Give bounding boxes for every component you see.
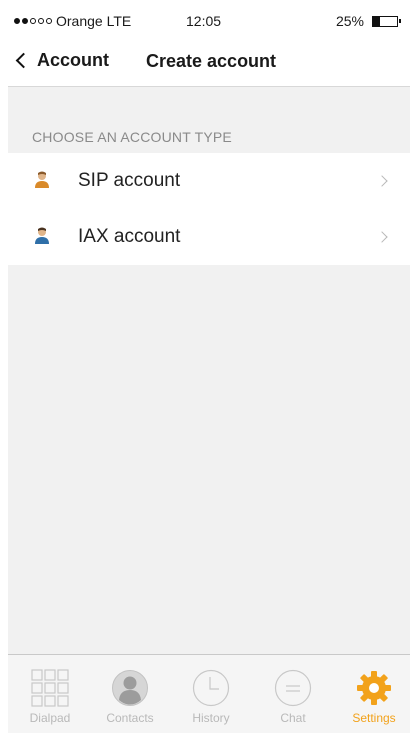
clock: 12:05 [186, 13, 222, 29]
tab-dialpad[interactable]: Dialpad [20, 669, 80, 725]
navigation-bar: Account Create account [0, 40, 410, 86]
iax-account-row[interactable]: IAX account [8, 209, 410, 265]
carrier-label: Orange LTE [56, 13, 132, 29]
tab-label: Chat [280, 711, 306, 725]
content-area: CHOOSE AN ACCOUNT TYPE SIP account IAX a… [8, 86, 410, 654]
status-bar: Orange LTE 12:05 25% [0, 0, 410, 40]
list-item-label: IAX account [78, 226, 181, 247]
chevron-right-icon [376, 231, 388, 243]
tab-bar: Dialpad Contacts History Chat Settings [8, 654, 410, 733]
chat-icon [274, 669, 312, 707]
list-item-label: SIP account [78, 170, 181, 191]
tab-history[interactable]: History [181, 669, 241, 725]
page-title: Create account [146, 51, 277, 71]
battery-percentage: 25% [335, 13, 364, 29]
user-avatar-icon [35, 227, 49, 244]
tab-settings[interactable]: Settings [344, 669, 404, 725]
tab-chat[interactable]: Chat [263, 669, 323, 725]
battery-icon [372, 15, 401, 27]
user-avatar-icon [35, 171, 49, 188]
chevron-right-icon [376, 175, 388, 187]
tab-contacts[interactable]: Contacts [100, 669, 160, 725]
account-type-list: SIP account IAX account [8, 153, 410, 265]
gear-icon [355, 669, 393, 707]
clock-icon [192, 669, 230, 707]
back-button[interactable]: Account [14, 50, 109, 71]
section-header: CHOOSE AN ACCOUNT TYPE [32, 129, 232, 145]
signal-strength-icon [14, 18, 52, 24]
sip-account-row[interactable]: SIP account [8, 153, 410, 209]
carrier-info: Orange LTE [14, 13, 131, 29]
tab-label: Dialpad [29, 711, 71, 725]
contacts-icon [111, 669, 149, 707]
back-button-label: Account [37, 50, 109, 70]
tab-label: Contacts [106, 711, 154, 725]
chevron-left-icon [15, 52, 32, 69]
tab-label: Settings [352, 711, 396, 725]
battery-status: 25% [335, 13, 401, 29]
tab-label: History [192, 711, 230, 725]
dialpad-icon [31, 669, 69, 707]
